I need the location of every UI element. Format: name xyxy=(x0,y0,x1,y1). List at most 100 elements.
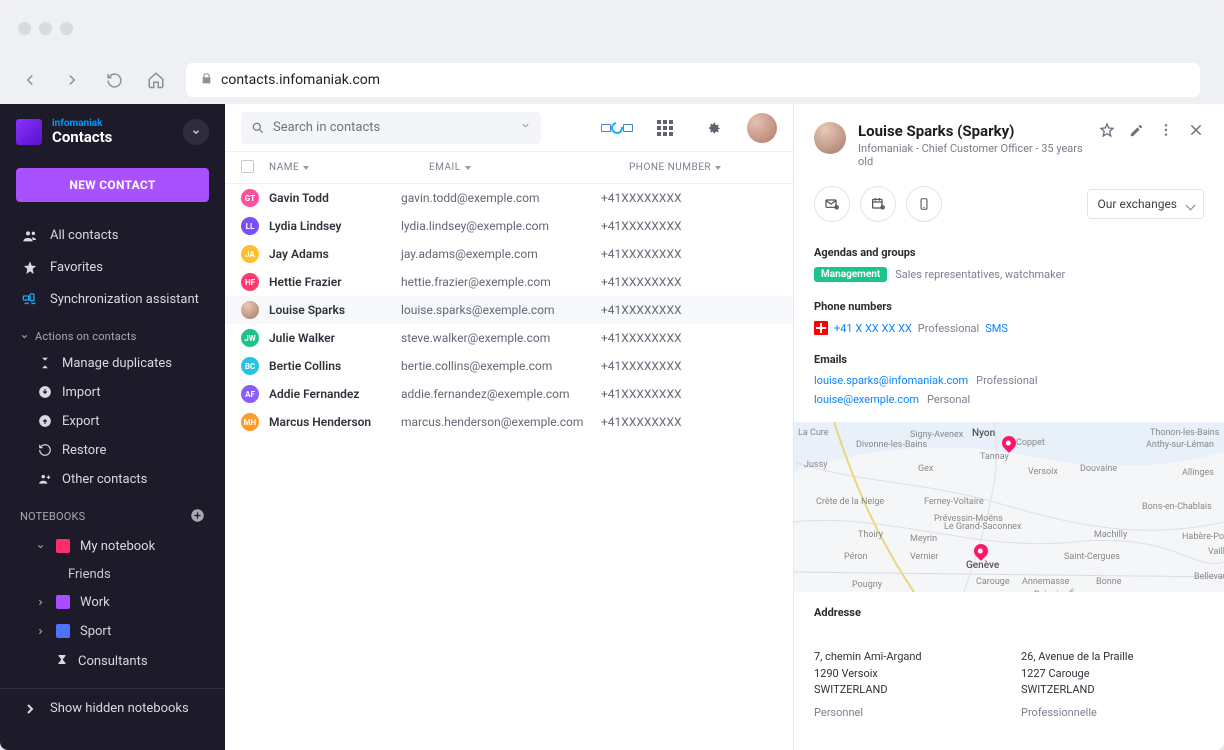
new-contact-button[interactable]: NEW CONTACT xyxy=(16,168,209,202)
contact-row-name: HFHettie Frazier xyxy=(241,273,401,291)
contact-row[interactable]: BCBertie Collinsbertie.collins@exemple.c… xyxy=(225,352,793,380)
nav-back-button[interactable] xyxy=(18,68,42,92)
sync-devices-button[interactable] xyxy=(603,114,631,142)
notebook-work[interactable]: Work xyxy=(0,588,225,617)
user-avatar[interactable] xyxy=(747,113,777,143)
contact-row-phone: +41XXXXXXXX xyxy=(601,191,777,205)
contact-row-name: LLLydia Lindsey xyxy=(241,217,401,235)
phone-label: Professional xyxy=(918,322,979,335)
nav-reload-button[interactable] xyxy=(102,68,126,92)
contact-avatar-icon: MH xyxy=(241,413,259,431)
contact-avatar-icon xyxy=(241,301,259,319)
brand-header: infomaniak Contacts xyxy=(0,104,225,154)
quick-email-button[interactable] xyxy=(814,186,850,222)
edit-button[interactable] xyxy=(1129,123,1144,142)
phone-number-link[interactable]: +41 X XX XX XX xyxy=(834,322,912,335)
envelope-icon xyxy=(824,196,840,212)
chevron-down-icon xyxy=(34,542,46,551)
contact-row-phone: +41XXXXXXXX xyxy=(601,303,777,317)
window-maximize-icon[interactable] xyxy=(60,22,73,35)
sidebar-item-sync-assistant[interactable]: Synchronization assistant xyxy=(0,284,225,316)
contact-row[interactable]: HFHettie Frazierhettie.frazier@exemple.c… xyxy=(225,268,793,296)
contact-row-email: gavin.todd@exemple.com xyxy=(401,191,601,205)
favorite-button[interactable] xyxy=(1099,122,1115,142)
contact-row[interactable]: Louise Sparkslouise.sparks@exemple.com+4… xyxy=(225,296,793,324)
contact-row[interactable]: JWJulie Walkersteve.walker@exemple.com+4… xyxy=(225,324,793,352)
window-minimize-icon[interactable] xyxy=(39,22,52,35)
gear-icon xyxy=(704,119,722,137)
address-bar[interactable]: contacts.infomaniak.com xyxy=(186,63,1200,97)
contact-row-name: MHMarcus Henderson xyxy=(241,413,401,431)
contact-row-email: steve.walker@exemple.com xyxy=(401,331,601,345)
sidebar-item-other-contacts[interactable]: Other contacts xyxy=(0,465,225,494)
notebook-my-notebook[interactable]: My notebook xyxy=(0,532,225,561)
browser-toolbar: contacts.infomaniak.com xyxy=(0,56,1224,104)
contact-name: Louise Sparks (Sparky) xyxy=(858,122,1087,140)
sidebar-item-export[interactable]: Export xyxy=(0,407,225,436)
chevron-right-icon xyxy=(22,701,38,717)
contact-avatar xyxy=(814,122,846,154)
contact-avatar-icon: GT xyxy=(241,189,259,207)
contact-row-email: bertie.collins@exemple.com xyxy=(401,359,601,373)
brand-logo-icon xyxy=(16,119,42,145)
contact-avatar-icon: JA xyxy=(241,245,259,263)
sidebar-item-show-hidden[interactable]: Show hidden notebooks xyxy=(0,693,225,725)
th-phone[interactable]: PHONE NUMBER xyxy=(629,162,777,173)
sidebar-heading-actions[interactable]: Actions on contacts xyxy=(0,316,225,349)
apps-grid-button[interactable] xyxy=(651,114,679,142)
sms-link[interactable]: SMS xyxy=(985,322,1008,335)
th-email[interactable]: EMAIL xyxy=(429,162,629,173)
chevron-right-icon xyxy=(34,627,46,636)
brand-big: Contacts xyxy=(52,129,112,146)
contact-row[interactable]: JAJay Adamsjay.adams@exemple.com+41XXXXX… xyxy=(225,240,793,268)
sidebar-item-manage-duplicates[interactable]: Manage duplicates xyxy=(0,349,225,378)
brand-switcher-button[interactable] xyxy=(183,119,209,145)
notebook-sub-friends[interactable]: Friends xyxy=(0,561,225,588)
notebook-consultants[interactable]: Consultants xyxy=(0,646,225,678)
more-button[interactable] xyxy=(1158,122,1174,142)
contact-avatar-icon: AF xyxy=(241,385,259,403)
contact-row-email: marcus.henderson@exemple.com xyxy=(401,415,601,429)
nav-home-button[interactable] xyxy=(144,68,168,92)
sidebar-item-import[interactable]: Import xyxy=(0,378,225,407)
sidebar-item-restore[interactable]: Restore xyxy=(0,436,225,465)
address-map[interactable]: La Cure Jussy Crète de la Neige Divonne-… xyxy=(794,422,1224,592)
contact-row[interactable]: AFAddie Fernandezaddie.fernandez@exemple… xyxy=(225,380,793,408)
sync-devices-icon xyxy=(22,292,38,308)
search-input[interactable]: Search in contacts xyxy=(241,112,541,144)
contact-row-phone: +41XXXXXXXX xyxy=(601,219,777,233)
sidebar-item-all-contacts[interactable]: All contacts xyxy=(0,220,225,252)
contact-row-phone: +41XXXXXXXX xyxy=(601,359,777,373)
email-label: Personal xyxy=(927,393,970,406)
add-notebook-button[interactable] xyxy=(190,508,205,526)
email-link[interactable]: louise.sparks@infomaniak.com xyxy=(814,374,968,387)
contact-row[interactable]: MHMarcus Hendersonmarcus.henderson@exemp… xyxy=(225,408,793,436)
contact-row-email: lydia.lindsey@exemple.com xyxy=(401,219,601,233)
sidebar-item-favorites[interactable]: Favorites xyxy=(0,252,225,284)
notebook-sport[interactable]: Sport xyxy=(0,617,225,646)
sort-icon xyxy=(465,166,471,170)
window-close-icon[interactable] xyxy=(18,22,31,35)
exchanges-dropdown[interactable]: Our exchanges xyxy=(1087,189,1204,219)
contact-row[interactable]: LLLydia Lindseylydia.lindsey@exemple.com… xyxy=(225,212,793,240)
quick-mobile-button[interactable] xyxy=(906,186,942,222)
contact-row-email: louise.sparks@exemple.com xyxy=(401,303,601,317)
sidebar-heading-notebooks: NOTEBOOKS xyxy=(0,494,225,532)
select-all-checkbox[interactable] xyxy=(241,160,254,173)
sync-devices-icon xyxy=(601,122,633,134)
quick-calendar-button[interactable] xyxy=(860,186,896,222)
nav-forward-button[interactable] xyxy=(60,68,84,92)
contacts-list-area: Search in contacts NAME xyxy=(225,104,794,750)
chevron-right-icon xyxy=(34,598,46,607)
contact-row[interactable]: GTGavin Toddgavin.todd@exemple.com+41XXX… xyxy=(225,184,793,212)
chevron-down-icon xyxy=(20,332,29,341)
email-link[interactable]: louise@exemple.com xyxy=(814,393,919,406)
th-name[interactable]: NAME xyxy=(269,162,429,173)
contact-row-name: BCBertie Collins xyxy=(241,357,401,375)
contact-row-name: Louise Sparks xyxy=(241,301,401,319)
url-text: contacts.infomaniak.com xyxy=(221,72,380,88)
calendar-icon xyxy=(870,196,886,212)
group-tag[interactable]: Management xyxy=(814,267,887,282)
close-button[interactable] xyxy=(1188,122,1204,142)
settings-button[interactable] xyxy=(699,114,727,142)
